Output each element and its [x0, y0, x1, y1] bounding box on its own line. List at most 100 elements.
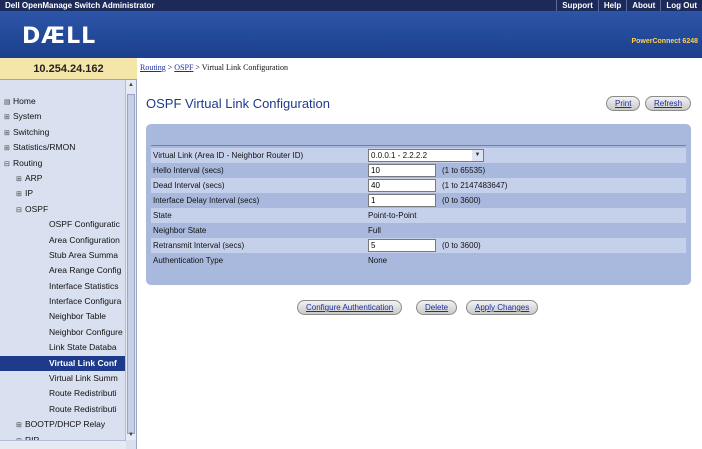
sidebar-item-label: Virtual Link Summ — [49, 373, 118, 384]
state-label: State — [153, 211, 172, 220]
sidebar-item-ospf-configuratic[interactable]: OSPF Configuratic — [0, 217, 126, 232]
top-links: Support Help About Log Out — [556, 0, 702, 11]
sidebar-item-arp[interactable]: ⊞ ARP — [0, 171, 126, 186]
tree-toggle-icon[interactable]: ⊟ — [16, 203, 25, 217]
hello-interval-label: Hello Interval (secs) — [153, 166, 224, 175]
home-icon[interactable]: ▤ — [4, 95, 13, 109]
sidebar-item-statistics-rmon[interactable]: ⊞ Statistics/RMON — [0, 140, 126, 155]
tree-toggle-icon[interactable]: ⊞ — [16, 418, 25, 432]
sidebar-item-label: OSPF Configuratic — [49, 219, 120, 230]
scroll-down-icon[interactable]: ▼ — [126, 430, 136, 440]
sidebar-item-neighbor-table[interactable]: Neighbor Table — [0, 309, 126, 324]
sidebar-item-area-configuration[interactable]: Area Configuration — [0, 233, 126, 248]
dell-logo: DÆLL — [22, 24, 97, 49]
sidebar-item-ip[interactable]: ⊞ IP — [0, 186, 126, 201]
breadcrumb-routing[interactable]: Routing — [140, 63, 166, 72]
support-link[interactable]: Support — [556, 0, 598, 11]
configure-authentication-button[interactable]: Configure Authentication — [297, 300, 403, 315]
sidebar-item-interface-configura[interactable]: Interface Configura — [0, 294, 126, 309]
retransmit-interval-range: (0 to 3600) — [442, 241, 481, 250]
sidebar-item-label: Link State Databa — [49, 342, 117, 353]
sidebar-item-virtual-link-conf[interactable]: Virtual Link Conf — [0, 355, 126, 372]
sidebar-item-label: Interface Statistics — [49, 280, 119, 291]
authentication-type-label: Authentication Type — [153, 256, 224, 265]
dead-interval-input[interactable] — [368, 179, 436, 192]
tree-toggle-icon[interactable]: ⊞ — [4, 141, 13, 155]
sidebar-item-switching[interactable]: ⊞ Switching — [0, 125, 126, 140]
delete-button[interactable]: Delete — [416, 300, 458, 315]
sidebar-item-label: Statistics/RMON — [13, 142, 76, 153]
delay-interval-input[interactable] — [368, 194, 436, 207]
hello-interval-range: (1 to 65535) — [442, 166, 486, 175]
retransmit-interval-input[interactable] — [368, 239, 436, 252]
tree-toggle-icon[interactable]: ⊞ — [4, 126, 13, 140]
sidebar-horizontal-scrollbar[interactable] — [0, 440, 126, 449]
tree-toggle-icon[interactable]: ⊞ — [4, 110, 13, 124]
model-name: PowerConnect 6248 — [631, 38, 698, 45]
help-link[interactable]: Help — [597, 0, 626, 11]
hello-interval-input[interactable] — [368, 164, 436, 177]
sidebar-item-bootp-dhcp-relay[interactable]: ⊞ BOOTP/DHCP Relay — [0, 417, 126, 432]
tree-toggle-icon[interactable]: ⊟ — [4, 157, 13, 171]
virtual-link-selected-value: 0.0.0.1 - 2.2.2.2 — [371, 151, 428, 160]
tree-toggle-icon[interactable]: ⊞ — [16, 172, 25, 186]
scroll-thumb[interactable] — [127, 94, 135, 434]
breadcrumb-separator: > — [193, 63, 202, 72]
top-menu-bar: Dell OpenManage Switch Administrator Sup… — [0, 0, 702, 11]
print-button[interactable]: Print — [606, 96, 641, 111]
sidebar-item-ospf[interactable]: ⊟ OSPF — [0, 202, 126, 217]
sidebar-item-label: Switching — [13, 126, 50, 137]
panel-divider — [151, 145, 686, 146]
refresh-button[interactable]: Refresh — [645, 96, 692, 111]
delay-interval-range: (0 to 3600) — [442, 196, 481, 205]
sidebar-item-route-redistributi[interactable]: Route Redistributi — [0, 402, 126, 417]
sidebar-item-link-state-databa[interactable]: Link State Databa — [0, 340, 126, 355]
sidebar-item-home[interactable]: ▤ Home — [0, 94, 126, 109]
neighbor-state-label: Neighbor State — [153, 226, 207, 235]
sidebar-item-system[interactable]: ⊞ System — [0, 109, 126, 124]
chevron-down-icon[interactable]: ▼ — [472, 150, 483, 161]
virtual-link-select[interactable]: 0.0.0.1 - 2.2.2.2 ▼ — [368, 149, 484, 162]
sidebar-item-label: ARP — [25, 172, 43, 183]
row-retransmit-interval: Retransmit Interval (secs) (0 to 3600) — [151, 238, 686, 253]
sidebar-item-label: Area Configuration — [49, 234, 120, 245]
sidebar-item-label: BOOTP/DHCP Relay — [25, 419, 106, 430]
navigation-tree: ▤ Home ⊞ System ⊞ Switching ⊞ Statistics/RMON ⊟ R… — [0, 80, 137, 449]
banner: DÆLL PowerConnect 6248 — [0, 11, 702, 58]
authentication-type-value: None — [368, 256, 388, 265]
sidebar-vertical-scrollbar[interactable]: ▲ ▼ — [125, 80, 136, 440]
sidebar-item-label: Route Redistributi — [49, 403, 117, 414]
breadcrumb-current: Virtual Link Configuration — [201, 63, 288, 72]
sidebar-item-virtual-link-summ[interactable]: Virtual Link Summ — [0, 371, 126, 386]
row-hello-interval: Hello Interval (secs) (1 to 65535) — [151, 163, 686, 178]
sidebar-item-routing[interactable]: ⊟ Routing — [0, 156, 126, 171]
dead-interval-range: (1 to 2147483647) — [442, 181, 508, 190]
retransmit-interval-label: Retransmit Interval (secs) — [153, 241, 245, 250]
sidebar-item-label: Stub Area Summa — [49, 249, 118, 260]
tree-list: ▤ Home ⊞ System ⊞ Switching ⊞ Statistics/RMON ⊟ R… — [0, 94, 126, 448]
logout-link[interactable]: Log Out — [660, 0, 702, 11]
sidebar-item-interface-statistics[interactable]: Interface Statistics — [0, 279, 126, 294]
scroll-up-icon[interactable]: ▲ — [126, 80, 136, 90]
state-value: Point-to-Point — [368, 211, 417, 220]
apply-changes-button[interactable]: Apply Changes — [466, 300, 539, 315]
row-neighbor-state: Neighbor State Full — [151, 223, 686, 238]
sidebar-item-area-range-config[interactable]: Area Range Config — [0, 263, 126, 278]
sidebar-item-label: System — [13, 111, 42, 122]
page-title: OSPF Virtual Link Configuration — [146, 96, 331, 111]
sidebar-item-label: Routing — [13, 157, 43, 168]
sidebar-item-stub-area-summa[interactable]: Stub Area Summa — [0, 248, 126, 263]
row-authentication-type: Authentication Type None — [151, 253, 686, 268]
sidebar-item-label: Area Range Config — [49, 265, 122, 276]
about-link[interactable]: About — [626, 0, 660, 11]
sidebar-item-route-redistributi[interactable]: Route Redistributi — [0, 386, 126, 401]
tree-toggle-icon[interactable]: ⊞ — [16, 187, 25, 201]
virtual-link-form: Virtual Link (Area ID - Neighbor Router … — [146, 124, 691, 285]
sidebar-item-label: Home — [13, 96, 36, 106]
sidebar-item-neighbor-configure[interactable]: Neighbor Configure — [0, 325, 126, 340]
sidebar-item-label: OSPF — [25, 203, 49, 214]
breadcrumb-ospf[interactable]: OSPF — [174, 63, 193, 72]
app-title: Dell OpenManage Switch Administrator — [5, 1, 155, 10]
row-state: State Point-to-Point — [151, 208, 686, 223]
delay-interval-label: Interface Delay Interval (secs) — [153, 196, 260, 205]
